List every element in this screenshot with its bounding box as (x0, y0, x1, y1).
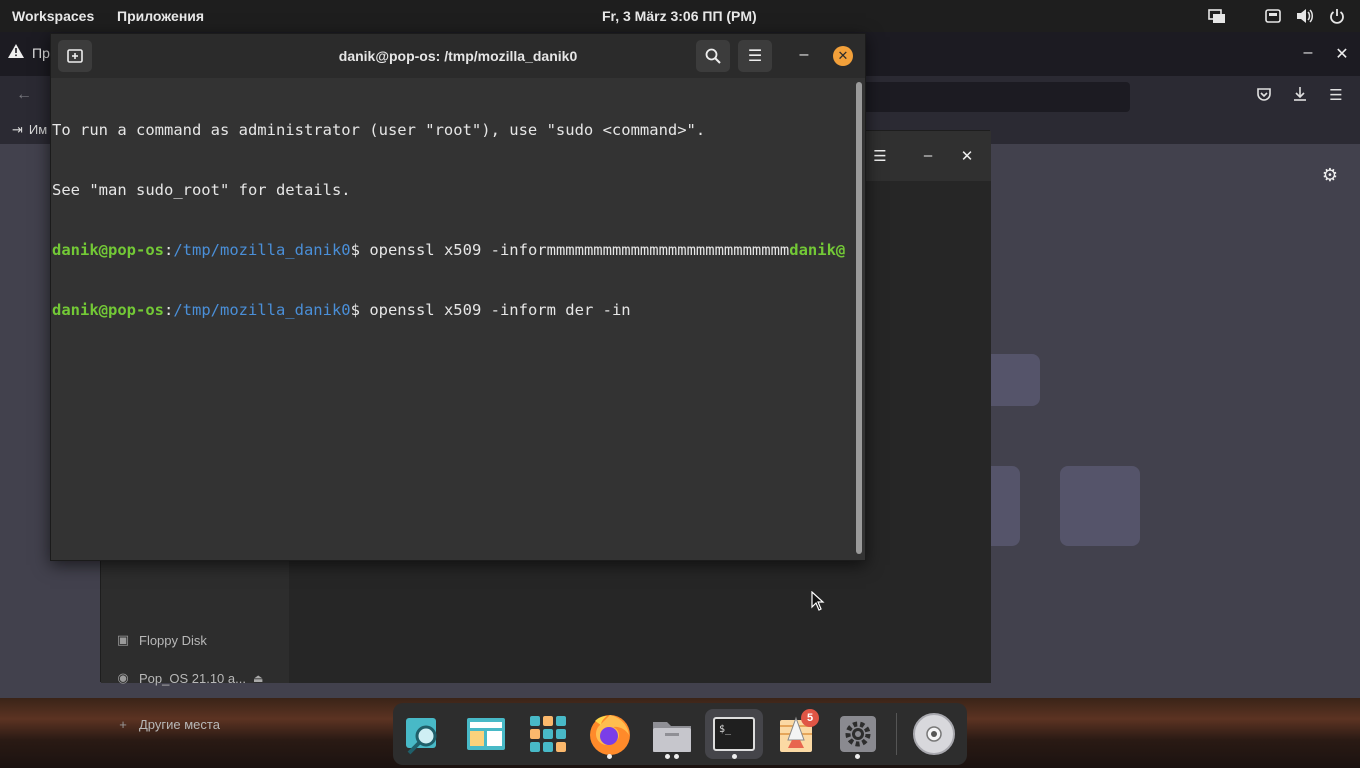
files-minimize-button[interactable]: – (918, 147, 938, 164)
command-text: openssl x509 -informmmmmmmmmmmmmmmmmmmmm… (369, 241, 790, 259)
prompt-user: danik@pop-os (52, 301, 164, 319)
dock-settings[interactable] (833, 709, 883, 759)
prompt-dollar: $ (350, 301, 370, 319)
search-app-icon (406, 718, 437, 755)
import-icon: ⇥ (12, 122, 23, 137)
warning-icon (8, 44, 24, 61)
dock-files-app[interactable] (461, 709, 511, 759)
downloads-icon[interactable] (1290, 86, 1310, 106)
files-close-button[interactable]: ✕ (957, 147, 977, 165)
running-indicator (607, 754, 612, 759)
gear-icon[interactable]: ⚙ (1322, 165, 1338, 186)
files-menu-icon[interactable]: ☰ (870, 147, 890, 165)
firefox-icon (590, 715, 630, 755)
window-tiling-icon[interactable] (1208, 7, 1226, 25)
applications-button[interactable]: Приложения (117, 8, 204, 24)
terminal-close-button[interactable]: ✕ (833, 46, 853, 66)
prompt-path: /tmp/mozilla_danik0 (173, 241, 351, 259)
terminal-line: See "man sudo_root" for details. (52, 181, 351, 199)
prompt-user: danik@pop-os (52, 241, 164, 259)
dock: $_ 5 (393, 703, 967, 765)
system-tray (1208, 7, 1346, 25)
terminal-header: danik@pop-os: /tmp/mozilla_danik0 ☰ – ✕ (51, 34, 865, 78)
sidebar-item-popos-disc[interactable]: ◉ Pop_OS 21.10 a... (115, 670, 246, 686)
firefox-close-button[interactable]: ✕ (1332, 44, 1352, 64)
dock-search-app[interactable] (399, 709, 449, 759)
terminal-command-line: danik@pop-os:/tmp/mozilla_danik0$ openss… (52, 240, 865, 260)
sidebar-item-other-places[interactable]: + Другие места (115, 717, 220, 732)
url-bar[interactable] (860, 82, 1130, 112)
firefox-tab[interactable]: Пр (8, 44, 50, 61)
dock-disc-drive[interactable] (909, 709, 959, 759)
eject-icon[interactable]: ⏏ (253, 672, 263, 685)
power-icon[interactable] (1328, 7, 1346, 25)
prompt-user-wrapped: danik@ (789, 241, 846, 259)
pocket-icon[interactable] (1254, 86, 1274, 106)
back-icon[interactable]: ← (16, 86, 32, 104)
running-indicator (665, 754, 670, 759)
terminal-command-line: danik@pop-os:/tmp/mozilla_danik0$ openss… (52, 300, 865, 320)
terminal-output[interactable]: To run a command as administrator (user … (51, 78, 865, 560)
sidebar-item-floppy[interactable]: ▣ Floppy Disk (115, 632, 207, 648)
floppy-icon: ▣ (116, 632, 130, 647)
terminal-scrollbar[interactable] (856, 82, 862, 554)
bookmark-item[interactable]: ⇥ Им (12, 122, 47, 138)
keyboard-icon[interactable] (1264, 7, 1282, 25)
app-grid-icon (530, 716, 566, 752)
firefox-minimize-button[interactable]: – (1298, 44, 1318, 62)
disc-icon: ◉ (117, 670, 129, 685)
dock-file-manager[interactable] (647, 709, 697, 759)
running-indicator (855, 754, 860, 759)
terminal-minimize-button[interactable]: – (794, 46, 814, 64)
terminal-menu-button[interactable]: ☰ (738, 40, 772, 72)
terminal-window: danik@pop-os: /tmp/mozilla_danik0 ☰ – ✕ … (50, 33, 866, 561)
file-manager-icon (653, 722, 691, 752)
prompt-path: /tmp/mozilla_danik0 (173, 301, 351, 319)
svg-text:$_: $_ (719, 724, 732, 735)
workspaces-button[interactable]: Workspaces (12, 8, 94, 24)
menu-icon[interactable]: ☰ (1326, 86, 1346, 104)
shortcut-tile[interactable] (1060, 466, 1140, 546)
running-indicator (732, 754, 737, 759)
running-indicator (674, 754, 679, 759)
plus-icon: + (119, 717, 127, 732)
volume-icon[interactable] (1296, 7, 1314, 25)
update-count-badge: 5 (801, 709, 819, 727)
dock-terminal[interactable]: $_ (705, 709, 763, 759)
clock[interactable]: Fr, 3 März 3:06 ПП (PM) (602, 8, 757, 24)
dock-app-grid[interactable] (523, 709, 573, 759)
prompt-separator: : (163, 241, 174, 259)
mouse-pointer-icon (811, 591, 825, 611)
terminal-line: To run a command as administrator (user … (52, 121, 706, 139)
dock-pop-shop[interactable]: 5 (771, 709, 821, 759)
top-panel: Workspaces Приложения Fr, 3 März 3:06 ПП… (0, 0, 1360, 32)
files-app-icon (467, 718, 505, 750)
terminal-icon: $_ (713, 717, 755, 751)
settings-icon (840, 716, 876, 752)
command-input[interactable]: openssl x509 -inform der -in (369, 301, 630, 319)
prompt-dollar: $ (350, 241, 370, 259)
tab-title: Пр (32, 44, 50, 61)
dock-separator (896, 713, 897, 755)
prompt-separator: : (163, 301, 174, 319)
dock-firefox[interactable] (585, 709, 635, 759)
terminal-search-button[interactable] (696, 40, 730, 72)
disc-drive-icon (913, 713, 955, 755)
